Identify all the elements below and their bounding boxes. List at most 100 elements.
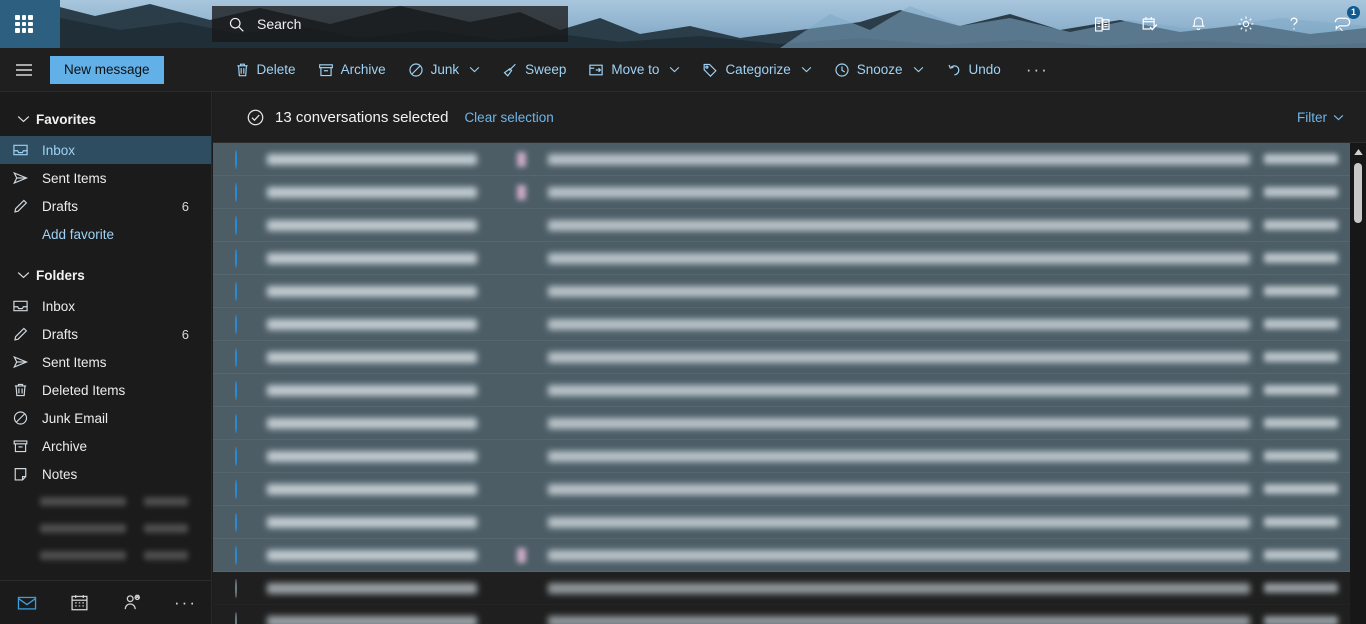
message-category-tag [517,151,526,167]
block-icon [408,62,424,78]
sweep-button[interactable]: Sweep [491,48,577,92]
move-to-button[interactable]: Move to [577,48,691,92]
undo-icon [946,62,962,78]
message-category-tag [517,184,526,200]
message-select-checkbox[interactable] [235,348,251,367]
message-category-tag [517,251,526,266]
message-row[interactable] [213,374,1366,407]
new-message-button[interactable]: New message [50,55,164,84]
message-category-tag [517,383,526,398]
scroll-up-arrow-icon[interactable] [1350,145,1366,159]
message-row[interactable] [213,308,1366,341]
pencil-icon [12,326,42,342]
feedback-badge: 1 [1347,6,1360,19]
message-row[interactable] [213,506,1366,539]
more-commands-button[interactable]: ··· [1012,48,1063,92]
filter-button[interactable]: Filter [1297,110,1344,125]
clear-selection-link[interactable]: Clear selection [464,110,553,125]
app-launcher-waffle-icon[interactable] [12,12,36,36]
message-select-checkbox[interactable] [235,216,251,235]
sidebar-item-count: 6 [181,198,189,214]
message-timestamp-redacted [1264,253,1338,263]
sidebar-item-redacted[interactable] [0,515,211,542]
more-icon[interactable]: ··· [159,581,212,624]
categorize-label: Categorize [725,62,791,77]
sidebar-item-inbox-favorite[interactable]: Inbox [0,136,211,164]
message-select-checkbox[interactable] [235,381,251,400]
sidebar-item-archive[interactable]: Archive [0,432,211,460]
sidebar-item-drafts-favorite[interactable]: Drafts 6 [0,192,211,220]
message-row[interactable] [213,407,1366,440]
message-subject-redacted [548,417,1250,429]
add-favorite-button[interactable]: Add favorite [0,220,211,248]
sidebar-item-redacted[interactable] [0,488,211,515]
sidebar-item-label: Drafts [42,326,79,342]
junk-button[interactable]: Junk [397,48,492,92]
message-subject-redacted [548,252,1250,264]
checked-circle-icon[interactable] [246,108,265,127]
sidebar-item-label: Drafts [42,198,79,214]
message-select-checkbox[interactable] [235,150,251,169]
hamburger-menu-icon[interactable] [0,48,48,92]
message-row[interactable] [213,242,1366,275]
undo-button[interactable]: Undo [935,48,1012,92]
settings-gear-icon[interactable] [1222,0,1270,48]
mail-icon[interactable] [0,581,53,624]
notifications-bell-icon[interactable] [1174,0,1222,48]
message-select-checkbox[interactable] [235,579,251,598]
chevron-down-icon [10,271,36,279]
search-input[interactable]: Search [212,6,568,42]
office-apps-icon[interactable] [1078,0,1126,48]
message-select-checkbox[interactable] [235,315,251,334]
message-row[interactable] [213,539,1366,572]
message-row[interactable] [213,341,1366,374]
message-list-scrollbar[interactable] [1350,143,1366,624]
sidebar-item-label: Notes [42,466,78,482]
message-row[interactable] [213,176,1366,209]
people-icon[interactable] [106,581,159,624]
sidebar-item-drafts[interactable]: Drafts 6 [0,320,211,348]
message-subject-redacted [548,615,1250,624]
message-row[interactable] [213,473,1366,506]
sidebar-item-sent-items[interactable]: Sent Items [0,348,211,376]
archive-button[interactable]: Archive [307,48,397,92]
message-sender-redacted [267,252,477,264]
message-select-checkbox[interactable] [235,447,251,466]
message-row[interactable] [213,605,1366,624]
message-row[interactable] [213,572,1366,605]
calendar-icon[interactable] [53,581,106,624]
message-select-checkbox[interactable] [235,612,251,624]
message-timestamp-redacted [1264,484,1338,494]
categorize-button[interactable]: Categorize [691,48,822,92]
message-select-checkbox[interactable] [235,183,251,202]
message-select-checkbox[interactable] [235,480,251,499]
sidebar-item-notes[interactable]: Notes [0,460,211,488]
scrollbar-thumb[interactable] [1354,163,1362,223]
favorites-group-header[interactable]: Favorites [0,102,211,136]
selection-header: 13 conversations selected Clear selectio… [213,92,1366,143]
message-subject-redacted [548,351,1250,363]
message-list[interactable] [213,143,1366,624]
message-select-checkbox[interactable] [235,249,251,268]
sidebar-item-deleted-items[interactable]: Deleted Items [0,376,211,404]
delete-button[interactable]: Delete [224,48,307,92]
sidebar-item-redacted[interactable] [0,542,211,569]
folders-group-header[interactable]: Folders [0,258,211,292]
feedback-icon[interactable]: 1 [1318,0,1366,48]
snooze-button[interactable]: Snooze [823,48,935,92]
message-sender-redacted [267,483,477,495]
to-do-icon[interactable] [1126,0,1174,48]
message-select-checkbox[interactable] [235,414,251,433]
message-row[interactable] [213,440,1366,473]
message-row[interactable] [213,143,1366,176]
message-select-checkbox[interactable] [235,513,251,532]
sidebar-item-junk-email[interactable]: Junk Email [0,404,211,432]
message-row[interactable] [213,275,1366,308]
message-row[interactable] [213,209,1366,242]
message-select-checkbox[interactable] [235,546,251,565]
sidebar-item-inbox[interactable]: Inbox [0,292,211,320]
message-select-checkbox[interactable] [235,282,251,301]
message-subject-redacted [548,318,1250,330]
sidebar-item-sent-items-favorite[interactable]: Sent Items [0,164,211,192]
help-question-icon[interactable] [1270,0,1318,48]
